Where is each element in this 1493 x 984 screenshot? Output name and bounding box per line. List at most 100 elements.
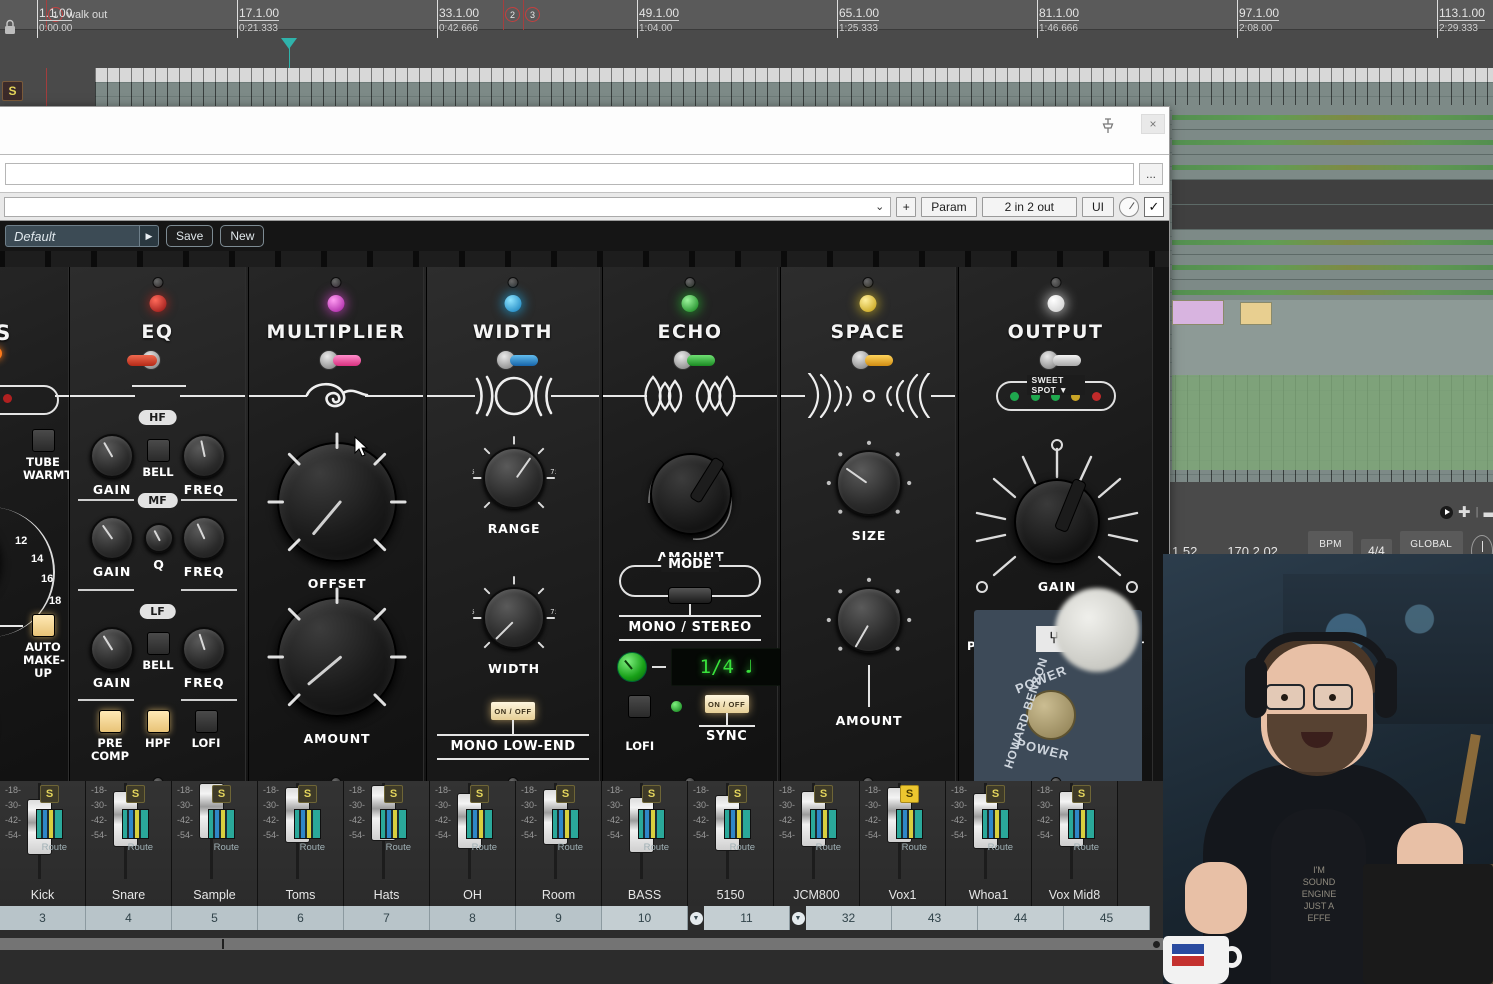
eq-lf-bell[interactable]: BELL <box>138 632 178 672</box>
arrangement-row[interactable] <box>1172 230 1493 255</box>
eq-hpf-toggle[interactable] <box>146 710 170 733</box>
knob[interactable] <box>90 516 134 560</box>
mixer-strip[interactable]: -18- -30- -42- -54- S Route Sample <box>172 781 258 906</box>
channel-number[interactable]: 45 <box>1064 906 1150 930</box>
echo-rate-knob[interactable] <box>617 652 647 682</box>
arrangement-row[interactable] <box>1172 105 1493 130</box>
module-width[interactable]: WIDTH 7 10 RANGE 7 10 WIDTH ON / OFF MON… <box>426 267 600 796</box>
channel-name[interactable]: Vox Mid8 <box>1032 888 1117 902</box>
mixer-strip-panel[interactable]: -18- -30- -42- -54- S Route Kick -18- -30- -42- -5… <box>0 781 1172 984</box>
solo-button[interactable]: S <box>470 785 489 803</box>
mixer-strip[interactable]: -18- -30- -42- -54- S Route Hats <box>344 781 430 906</box>
route-label[interactable]: Route <box>386 842 411 853</box>
eq-hpf-button[interactable]: HPF <box>136 710 180 750</box>
plugin-toolbar[interactable]: ⌄ + Param 2 in 2 out UI ✓ <box>0 193 1169 221</box>
eq-lf-gain[interactable]: GAIN <box>81 627 143 690</box>
mixer-strip[interactable]: -18- -30- -42- -54- S Route BASS <box>602 781 688 906</box>
timeline-ruler[interactable] <box>0 30 1493 68</box>
marker-2[interactable]: 2 <box>505 7 520 22</box>
width-power-toggle[interactable] <box>484 349 542 371</box>
echo-lofi-button[interactable]: LOFI <box>625 695 654 753</box>
preset-select[interactable]: ⌄ <box>4 196 892 217</box>
search-input[interactable] <box>5 162 1134 185</box>
route-label[interactable]: Route <box>214 842 239 853</box>
bypass-checkbox[interactable]: ✓ <box>1144 196 1164 217</box>
module-echo[interactable]: ECHO MODE MONO / STEREO 1/4 ♩ LOFI ON / … <box>602 267 783 796</box>
channel-number[interactable]: 5 <box>172 906 258 930</box>
knob[interactable] <box>182 516 226 560</box>
clip-green-audio[interactable] <box>1172 375 1493 470</box>
solo-button[interactable]: S <box>40 785 59 803</box>
tube-warmth-button[interactable]: TUBE WARMTH <box>23 429 82 482</box>
channel-name[interactable]: BASS <box>602 888 687 902</box>
knob[interactable] <box>182 434 226 478</box>
mixer-channel-numbers[interactable]: 3 4 5 6 7 8 9 10 ▼ 11 ▼ 32 43 44 45 <box>0 906 1172 930</box>
eq-power-toggle[interactable] <box>126 349 187 371</box>
mixer-strip[interactable]: -18- -30- -42- -54- S Route JCM800 <box>774 781 860 906</box>
channel-name[interactable]: JCM800 <box>774 888 859 902</box>
arrangement-row-empty[interactable] <box>1172 205 1493 230</box>
solo-button[interactable]: S <box>298 785 317 803</box>
echo-power-toggle[interactable] <box>661 349 719 371</box>
route-label[interactable]: Route <box>902 842 927 853</box>
plugin-window[interactable]: × ... ⌄ + Param 2 in 2 out UI ✓ Default … <box>0 106 1170 796</box>
eq-hf-freq[interactable]: FREQ <box>173 434 235 497</box>
eq-lofi-toggle[interactable] <box>194 710 218 733</box>
solo-button[interactable]: S <box>986 785 1005 803</box>
space-power-toggle[interactable] <box>839 349 897 371</box>
route-label[interactable]: Route <box>816 842 841 853</box>
width-range[interactable]: 5025 750100 RANGE <box>471 436 557 536</box>
channel-dropdown[interactable]: ▼ <box>790 906 806 930</box>
knob[interactable] <box>267 587 407 717</box>
channel-name[interactable]: OH <box>430 888 515 902</box>
multiplier-offset[interactable]: OFFSET <box>267 432 407 591</box>
route-label[interactable]: Route <box>988 842 1013 853</box>
arrangement-row[interactable] <box>1172 130 1493 155</box>
eq-hf-bell[interactable]: BELL <box>138 439 178 479</box>
preset-name[interactable]: Default <box>5 225 140 247</box>
clip-pink[interactable] <box>1172 300 1224 325</box>
eq-hf-gain[interactable]: GAIN <box>81 434 143 497</box>
eq-lf-bell-toggle[interactable] <box>146 632 170 655</box>
add-button[interactable]: + <box>896 196 917 217</box>
multiplier-power-toggle[interactable] <box>307 349 365 371</box>
channel-name[interactable]: Sample <box>172 888 257 902</box>
solo-button[interactable]: S <box>642 785 661 803</box>
ui-button[interactable]: UI <box>1082 196 1114 217</box>
pin-icon[interactable] <box>1099 117 1117 135</box>
channel-number[interactable]: 9 <box>516 906 602 930</box>
scrollbar-thumb[interactable] <box>1153 941 1160 948</box>
mixer-strip[interactable]: -18- -30- -42- -54- S Route Snare <box>86 781 172 906</box>
marker-3[interactable]: 3 <box>525 7 540 22</box>
knob[interactable] <box>90 627 134 671</box>
mixer-strip[interactable]: -18- -30- -42- -54- S Route Vox Mid8 <box>1032 781 1118 906</box>
channel-number[interactable]: 7 <box>344 906 430 930</box>
more-button[interactable]: ... <box>1139 162 1163 185</box>
mixer-strips[interactable]: -18- -30- -42- -54- S Route Kick -18- -30- -42- -5… <box>0 781 1172 906</box>
solo-button[interactable]: S <box>1072 785 1091 803</box>
output-power-toggle[interactable] <box>1027 349 1085 371</box>
module-output[interactable]: OUTPUT SWEET SPOT ▼ GAIN ⑂ POWER POWER H… <box>958 267 1153 796</box>
route-label[interactable]: Route <box>558 842 583 853</box>
echo-sync-button[interactable]: ON / OFF SYNC <box>698 695 755 744</box>
eq-mf-gain[interactable]: GAIN <box>81 516 143 579</box>
mixer-strip[interactable]: -18- -30- -42- -54- S Route 5150 <box>688 781 774 906</box>
horizontal-scrollbar[interactable] <box>0 938 1172 950</box>
mixer-strip[interactable]: -18- -30- -42- -54- S Route OH <box>430 781 516 906</box>
arrangement-row[interactable] <box>1172 155 1493 180</box>
tube-warmth-toggle[interactable] <box>31 429 55 452</box>
channel-number[interactable]: 11 <box>704 906 790 930</box>
preset-bar[interactable]: Default ▶ Save New <box>0 221 1169 251</box>
channel-name[interactable]: Toms <box>258 888 343 902</box>
knob[interactable] <box>144 523 174 553</box>
solo-button[interactable]: S <box>556 785 575 803</box>
mono-lowend-onoff[interactable]: ON / OFF <box>491 702 535 720</box>
solo-button[interactable]: S <box>900 785 919 803</box>
channel-name[interactable]: Hats <box>344 888 429 902</box>
mixer-strip[interactable]: -18- -30- -42- -54- S Route Kick <box>0 781 86 906</box>
mixer-strip[interactable]: -18- -30- -42- -54- S Route Vox1 <box>860 781 946 906</box>
channel-name[interactable]: Kick <box>0 888 85 902</box>
solo-button[interactable]: S <box>728 785 747 803</box>
route-label[interactable]: Route <box>644 842 669 853</box>
channel-name[interactable]: Snare <box>86 888 171 902</box>
